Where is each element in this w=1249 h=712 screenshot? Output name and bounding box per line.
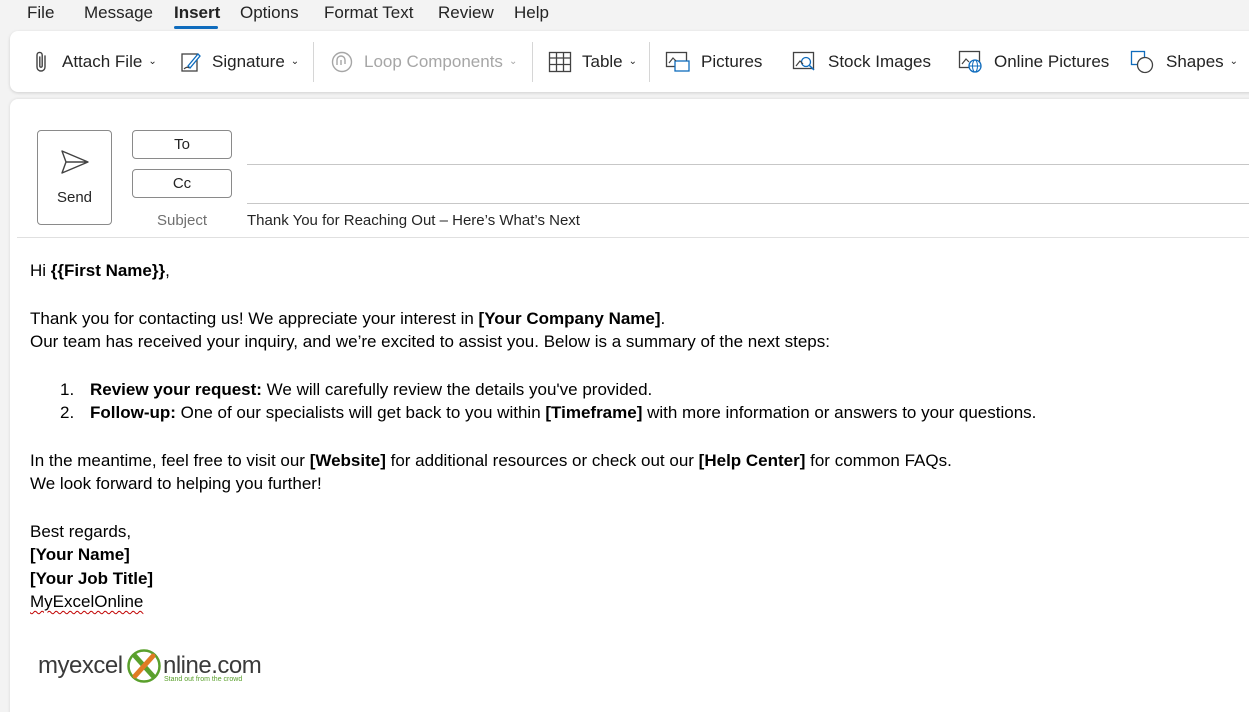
stock-images-label: Stock Images xyxy=(828,51,931,71)
table-icon xyxy=(548,51,572,72)
chevron-down-icon: ⌄ xyxy=(1229,56,1239,67)
signature-label: Signature xyxy=(212,51,285,71)
timeframe-placeholder: [Timeframe] xyxy=(545,403,643,422)
help-center-placeholder: [Help Center] xyxy=(698,450,806,470)
header-divider xyxy=(17,237,1249,238)
paragraph-inquiry: Our team has received your inquiry, and … xyxy=(30,332,830,351)
name-placeholder: [Your Name] xyxy=(30,545,130,564)
steps-list: 1. Review your request: We will carefull… xyxy=(30,378,1230,425)
pictures-label: Pictures xyxy=(701,51,763,71)
send-icon xyxy=(61,150,89,174)
chevron-down-icon: ⌄ xyxy=(508,56,518,67)
logo-text-part1: myexcel xyxy=(38,652,123,679)
menu-bar: File Message Insert Options Format Text … xyxy=(0,0,1249,29)
shapes-label: Shapes xyxy=(1166,51,1224,71)
stock-images-icon xyxy=(792,51,815,71)
company-placeholder: [Your Company Name] xyxy=(478,308,661,328)
table-label: Table xyxy=(582,51,623,71)
loop-components-button[interactable]: Loop Components ⌄ xyxy=(330,31,517,92)
job-title-placeholder: [Your Job Title] xyxy=(30,568,154,588)
paragraph-resources: In the meantime, feel free to visit our … xyxy=(30,450,952,470)
menu-file[interactable]: File xyxy=(27,2,54,24)
paragraph-look-forward: We look forward to helping you further! xyxy=(30,474,322,493)
subject-input[interactable]: Thank You for Reaching Out – Here’s What… xyxy=(247,212,580,229)
first-name-placeholder: {{First Name}} xyxy=(50,261,166,280)
website-placeholder: [Website] xyxy=(309,450,386,470)
menu-insert[interactable]: Insert xyxy=(174,2,220,24)
logo-x-circle-icon xyxy=(127,649,161,683)
menu-review[interactable]: Review xyxy=(438,2,494,24)
menu-format-text[interactable]: Format Text xyxy=(324,2,413,24)
cc-field[interactable] xyxy=(247,203,1249,204)
ribbon-toolbar: Attach File ⌄ Signature ⌄ Loop Component… xyxy=(10,31,1249,92)
greeting: Hi {{First Name}}, xyxy=(30,261,170,280)
active-tab-indicator xyxy=(174,26,218,29)
send-button[interactable]: Send xyxy=(37,130,112,225)
menu-message[interactable]: Message xyxy=(84,2,153,24)
paragraph-intro: Thank you for contacting us! We apprecia… xyxy=(30,308,666,328)
signature-button[interactable]: Signature ⌄ xyxy=(180,31,299,92)
attach-file-button[interactable]: Attach File ⌄ xyxy=(32,31,157,92)
table-button[interactable]: Table ⌄ xyxy=(548,31,637,92)
ribbon-divider xyxy=(313,42,314,82)
online-pictures-icon xyxy=(958,50,982,73)
online-pictures-label: Online Pictures xyxy=(994,51,1110,71)
ribbon-divider xyxy=(649,42,650,82)
email-body[interactable]: Hi {{First Name}}, Thank you for contact… xyxy=(30,259,1230,614)
cc-button[interactable]: Cc xyxy=(132,169,232,198)
send-label: Send xyxy=(56,189,93,206)
stock-images-button[interactable]: Stock Images xyxy=(792,31,931,92)
compose-pane: Send To Cc Subject Thank You for Reachin… xyxy=(10,99,1249,712)
logo-tagline: Stand out from the crowd xyxy=(164,676,243,683)
cc-label: Cc xyxy=(172,175,192,192)
chevron-down-icon: ⌄ xyxy=(148,56,157,67)
to-label: To xyxy=(174,136,190,153)
pictures-button[interactable]: Pictures xyxy=(665,31,762,92)
loop-icon xyxy=(331,51,353,72)
menu-options[interactable]: Options xyxy=(240,2,299,24)
shapes-button[interactable]: Shapes ⌄ xyxy=(1130,31,1238,92)
subject-label: Subject xyxy=(156,212,208,229)
ribbon-divider xyxy=(532,42,533,82)
to-field[interactable] xyxy=(247,164,1249,165)
to-button[interactable]: To xyxy=(132,130,232,159)
chevron-down-icon: ⌄ xyxy=(290,56,300,67)
online-pictures-button[interactable]: Online Pictures xyxy=(958,31,1109,92)
signature-pen-icon xyxy=(181,52,201,72)
menu-help[interactable]: Help xyxy=(514,2,549,24)
list-item: 2. Follow-up: One of our specialists wil… xyxy=(60,403,1037,422)
chevron-down-icon: ⌄ xyxy=(628,56,638,67)
loop-components-label: Loop Components xyxy=(364,51,503,71)
company-signature: MyExcelOnline xyxy=(30,592,144,611)
pictures-icon xyxy=(665,51,690,72)
shapes-icon xyxy=(1130,50,1154,73)
attach-file-label: Attach File xyxy=(62,51,143,71)
closing: Best regards, xyxy=(30,521,132,541)
list-item: 1. Review your request: We will carefull… xyxy=(60,379,653,399)
paperclip-icon xyxy=(36,51,46,72)
company-logo: myexcel nline.com Stand out from the cro… xyxy=(38,647,278,687)
